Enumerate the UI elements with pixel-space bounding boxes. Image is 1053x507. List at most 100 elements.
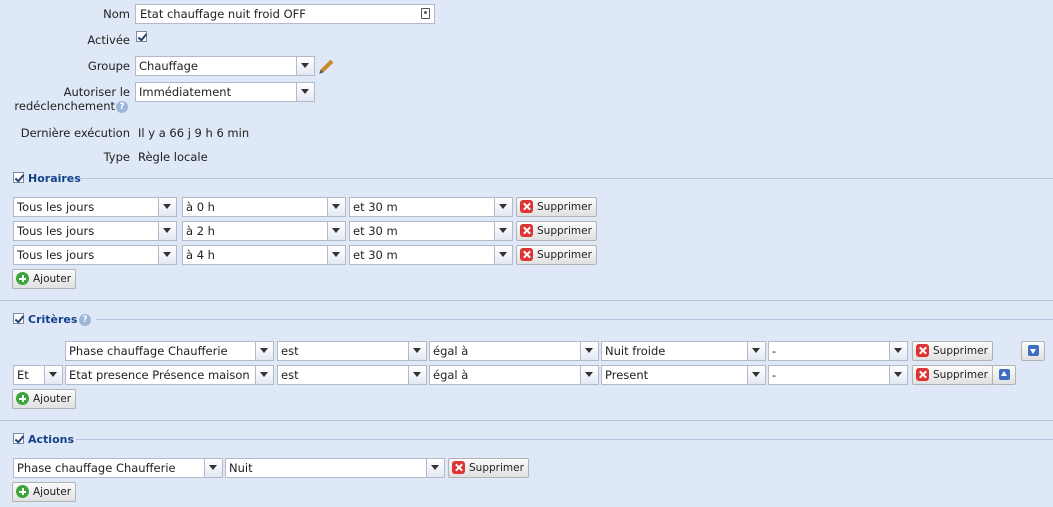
- autoriser-value: Immédiatement: [139, 85, 232, 99]
- autoriser-label-2: redéclenchement: [14, 99, 115, 113]
- horaires-title: Horaires: [28, 172, 81, 185]
- section-divider: [0, 300, 1053, 301]
- criteres-checkbox[interactable]: [13, 313, 24, 324]
- criteres-value-select[interactable]: Nuit froide: [601, 341, 766, 361]
- criteres-delete-button[interactable]: Supprimer: [912, 365, 993, 385]
- criteres-extra-select[interactable]: -: [768, 341, 908, 361]
- chevron-down-icon[interactable]: [747, 342, 765, 360]
- chevron-down-icon[interactable]: [889, 342, 907, 360]
- horaires-heure-select[interactable]: à 4 h: [182, 245, 346, 265]
- horaires-delete-button[interactable]: Supprimer: [516, 221, 597, 241]
- chevron-down-icon[interactable]: [255, 366, 273, 384]
- actions-add-button[interactable]: Ajouter: [12, 482, 77, 502]
- device-value: Phase chauffage Chaufferie: [17, 461, 176, 475]
- chevron-down-icon[interactable]: [494, 246, 512, 264]
- chevron-down-icon[interactable]: [296, 83, 314, 101]
- chevron-down-icon[interactable]: [255, 342, 273, 360]
- chevron-down-icon[interactable]: [44, 366, 62, 384]
- contact-card-icon[interactable]: [421, 8, 430, 19]
- extra-value: -: [772, 368, 777, 382]
- type-label: Type: [103, 150, 130, 164]
- delete-label: Supprimer: [469, 462, 524, 474]
- move-down-button[interactable]: [1021, 341, 1045, 361]
- chevron-down-icon[interactable]: [158, 222, 176, 240]
- add-label: Ajouter: [33, 486, 72, 498]
- actions-delete-button[interactable]: Supprimer: [448, 458, 529, 478]
- move-up-button[interactable]: [992, 365, 1016, 385]
- chevron-down-icon[interactable]: [327, 222, 345, 240]
- chevron-down-icon[interactable]: [747, 366, 765, 384]
- jour-value: Tous les jours: [17, 200, 95, 214]
- chevron-down-icon[interactable]: [327, 198, 345, 216]
- autoriser-select[interactable]: Immédiatement: [135, 82, 315, 102]
- pencil-icon[interactable]: [320, 59, 334, 73]
- horaires-minute-select[interactable]: et 30 m: [349, 245, 513, 265]
- delete-label: Supprimer: [933, 345, 988, 357]
- chevron-down-icon[interactable]: [494, 222, 512, 240]
- activee-checkbox[interactable]: [136, 31, 147, 42]
- criteres-device-select[interactable]: Phase chauffage Chaufferie: [65, 341, 274, 361]
- actions-separator: [76, 439, 1053, 440]
- chevron-down-icon[interactable]: [296, 57, 314, 75]
- delete-label: Supprimer: [537, 201, 592, 213]
- op2-value: égal à: [433, 344, 469, 358]
- delete-icon: [520, 200, 533, 213]
- horaires-jour-select[interactable]: Tous les jours: [13, 245, 177, 265]
- horaires-jour-select[interactable]: Tous les jours: [13, 221, 177, 241]
- criteres-op1-select[interactable]: est: [277, 365, 427, 385]
- add-icon: [16, 485, 29, 498]
- horaires-delete-button[interactable]: Supprimer: [516, 197, 597, 217]
- type-value: Règle locale: [138, 150, 208, 164]
- chevron-down-icon[interactable]: [889, 366, 907, 384]
- op1-value: est: [281, 344, 299, 358]
- help-icon[interactable]: ?: [116, 101, 128, 113]
- criteres-value-select[interactable]: Present: [601, 365, 766, 385]
- criteres-title: Critères: [28, 313, 78, 326]
- activee-label: Activée: [87, 33, 130, 47]
- horaires-delete-button[interactable]: Supprimer: [516, 245, 597, 265]
- delete-icon: [520, 248, 533, 261]
- criteres-device-select[interactable]: Etat presence Présence maison: [65, 365, 274, 385]
- help-icon[interactable]: ?: [79, 314, 91, 326]
- horaires-minute-select[interactable]: et 30 m: [349, 197, 513, 217]
- criteres-op2-select[interactable]: égal à: [429, 365, 599, 385]
- actions-device-select[interactable]: Phase chauffage Chaufferie: [13, 458, 223, 478]
- criteres-op2-select[interactable]: égal à: [429, 341, 599, 361]
- jour-value: Tous les jours: [17, 224, 95, 238]
- chevron-down-icon[interactable]: [158, 198, 176, 216]
- criteres-separator: [96, 319, 1053, 320]
- op2-value: égal à: [433, 368, 469, 382]
- horaires-heure-select[interactable]: à 2 h: [182, 221, 346, 241]
- horaires-add-button[interactable]: Ajouter: [12, 269, 77, 289]
- add-label: Ajouter: [33, 393, 72, 405]
- horaires-checkbox[interactable]: [13, 172, 24, 183]
- horaires-minute-select[interactable]: et 30 m: [349, 221, 513, 241]
- chevron-down-icon[interactable]: [408, 366, 426, 384]
- delete-icon: [520, 224, 533, 237]
- delete-icon: [916, 368, 929, 381]
- heure-value: à 0 h: [186, 200, 215, 214]
- chevron-down-icon[interactable]: [426, 459, 444, 477]
- groupe-select[interactable]: Chauffage: [135, 56, 315, 76]
- chevron-down-icon[interactable]: [580, 366, 598, 384]
- chevron-down-icon[interactable]: [327, 246, 345, 264]
- chevron-down-icon[interactable]: [580, 342, 598, 360]
- horaires-heure-select[interactable]: à 0 h: [182, 197, 346, 217]
- delete-icon: [452, 461, 465, 474]
- connector-value: Et: [17, 368, 29, 382]
- chevron-down-icon[interactable]: [204, 459, 222, 477]
- chevron-down-icon[interactable]: [158, 246, 176, 264]
- actions-checkbox[interactable]: [13, 433, 24, 444]
- criteres-delete-button[interactable]: Supprimer: [912, 341, 993, 361]
- add-label: Ajouter: [33, 273, 72, 285]
- chevron-down-icon[interactable]: [494, 198, 512, 216]
- criteria-value: Nuit froide: [605, 344, 666, 358]
- horaires-jour-select[interactable]: Tous les jours: [13, 197, 177, 217]
- criteres-add-button[interactable]: Ajouter: [12, 389, 77, 409]
- actions-value-select[interactable]: Nuit: [225, 458, 445, 478]
- chevron-down-icon[interactable]: [408, 342, 426, 360]
- criteres-op1-select[interactable]: est: [277, 341, 427, 361]
- criteres-extra-select[interactable]: -: [768, 365, 908, 385]
- nom-input[interactable]: Etat chauffage nuit froid OFF: [135, 4, 435, 24]
- criteres-connector-select[interactable]: Et: [13, 365, 63, 385]
